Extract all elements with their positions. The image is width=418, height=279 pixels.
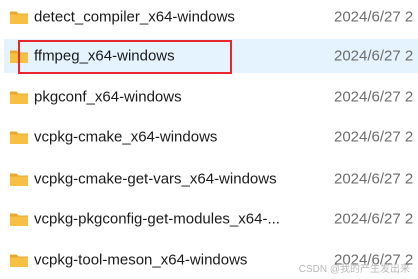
- folder-icon: [10, 173, 28, 186]
- file-name: detect_compiler_x64-windows: [34, 8, 235, 26]
- file-row-vcpkg-cmake[interactable]: vcpkg-cmake_x64-windows 2024/6/27 2: [4, 120, 418, 154]
- file-name: vcpkg-cmake_x64-windows: [34, 128, 218, 146]
- file-name: vcpkg-cmake-get-vars_x64-windows: [34, 170, 277, 188]
- file-date: 2024/6/27 2: [334, 88, 414, 106]
- folder-icon: [10, 131, 28, 144]
- file-date: 2024/6/27 2: [334, 128, 414, 146]
- folder-icon: [10, 213, 28, 226]
- file-date: 2024/6/27 2: [334, 210, 414, 228]
- folder-icon: [10, 50, 28, 63]
- file-row-ffmpeg[interactable]: ffmpeg_x64-windows 2024/6/27 2: [4, 39, 418, 73]
- file-name: pkgconf_x64-windows: [34, 88, 182, 106]
- file-row-pkgconf[interactable]: pkgconf_x64-windows 2024/6/27 2: [4, 80, 418, 114]
- file-date: 2024/6/27 2: [334, 8, 414, 26]
- watermark: CSDN @我的产生发出来: [298, 264, 410, 275]
- file-name: ffmpeg_x64-windows: [34, 47, 175, 65]
- file-row-vcpkg-pkgconfig-get-modules[interactable]: vcpkg-pkgconfig-get-modules_x64-... 2024…: [4, 202, 418, 236]
- file-row-vcpkg-cmake-get-vars[interactable]: vcpkg-cmake-get-vars_x64-windows 2024/6/…: [4, 162, 418, 196]
- file-list: detect_compiler_x64-windows 2024/6/27 2 …: [0, 0, 418, 279]
- file-date: 2024/6/27 2: [334, 170, 414, 188]
- file-name: vcpkg-pkgconfig-get-modules_x64-...: [34, 210, 280, 228]
- file-date: 2024/6/27 2: [334, 47, 414, 65]
- folder-icon: [10, 254, 28, 267]
- file-name: vcpkg-tool-meson_x64-windows: [34, 251, 248, 269]
- folder-icon: [10, 11, 28, 24]
- folder-icon: [10, 91, 28, 104]
- file-row-detect-compiler[interactable]: detect_compiler_x64-windows 2024/6/27 2: [4, 0, 418, 34]
